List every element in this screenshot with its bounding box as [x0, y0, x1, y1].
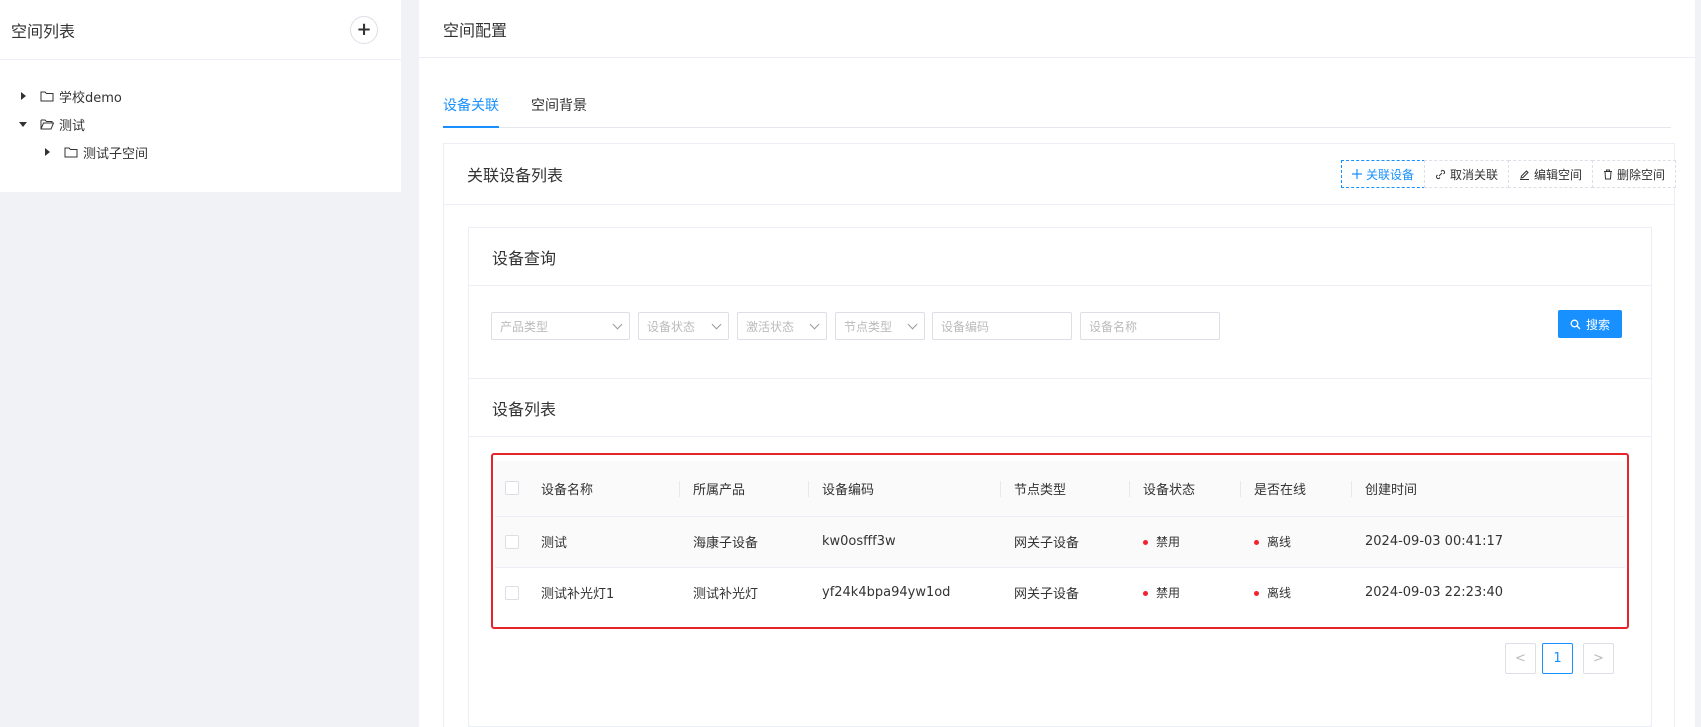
device-name-cell: 测试补光灯1	[541, 566, 679, 618]
folder-icon	[64, 146, 78, 158]
row-checkbox[interactable]	[505, 534, 519, 549]
device-status-cell: 禁用	[1129, 566, 1240, 618]
column-header: 所属产品	[679, 461, 808, 516]
tab-space-background[interactable]: 空间背景	[531, 83, 587, 127]
device-status-select[interactable]: 设备状态	[638, 312, 729, 340]
query-filters: 产品类型 设备状态 激活状态 节点类型 设备编码 设备名称 搜索	[469, 286, 1651, 379]
device-table-highlight: 设备名称 所属产品 设备编码 节点类型 设备状态 是否在线 创建时间 测试 海康…	[491, 453, 1629, 629]
tab-device-association[interactable]: 设备关联	[443, 83, 499, 128]
button-label: 删除空间	[1616, 167, 1665, 182]
device-status-cell: 禁用	[1129, 515, 1240, 567]
column-header: 创建时间	[1351, 461, 1625, 516]
node-type-select[interactable]: 节点类型	[835, 312, 925, 340]
search-label: 搜索	[1585, 317, 1610, 332]
caret-right-icon[interactable]	[40, 148, 54, 156]
delete-space-button[interactable]: 删除空间	[1591, 160, 1676, 188]
node-type-cell: 网关子设备	[1000, 566, 1129, 618]
online-status-cell: 离线	[1240, 515, 1351, 567]
product-cell: 海康子设备	[679, 515, 808, 567]
card-header: 关联设备列表 关联设备 取消关联 编辑空间 删除空间	[444, 144, 1676, 205]
tree-node-test-subspace[interactable]: 测试子空间	[0, 138, 401, 166]
space-list-panel: 空间列表 + 学校demo 测试 测试子空间	[0, 0, 401, 192]
card-actions: 关联设备 取消关联 编辑空间 删除空间	[1340, 160, 1676, 188]
online-status-cell: 离线	[1240, 566, 1351, 618]
column-header: 节点类型	[1000, 461, 1129, 516]
device-section: 设备查询 产品类型 设备状态 激活状态 节点类型 设备编码 设备名称 搜索 设备…	[468, 227, 1652, 727]
device-query-title: 设备查询	[469, 228, 1651, 286]
status-dot-icon	[1143, 540, 1148, 545]
input-placeholder: 设备名称	[1089, 319, 1138, 334]
device-name-cell: 测试	[541, 515, 679, 567]
unlink-device-button[interactable]: 取消关联	[1423, 160, 1509, 188]
product-cell: 测试补光灯	[679, 566, 808, 618]
chevron-down-icon	[612, 319, 623, 329]
space-list-header: 空间列表 +	[0, 0, 401, 60]
status-dot-icon	[1254, 540, 1259, 545]
product-type-select[interactable]: 产品类型	[491, 312, 630, 340]
chevron-down-icon	[711, 319, 722, 329]
caret-right-icon[interactable]	[16, 92, 30, 100]
edit-space-button[interactable]: 编辑空间	[1507, 160, 1593, 188]
chevron-down-icon	[809, 319, 820, 329]
add-space-button[interactable]: +	[350, 15, 378, 44]
device-code-cell: kw0osfff3w	[808, 515, 1000, 567]
search-icon	[1570, 319, 1581, 330]
device-code-cell: yf24k4bpa94yw1od	[808, 566, 1000, 618]
pagination: < 1 >	[1505, 643, 1620, 674]
tree-node-school-demo[interactable]: 学校demo	[0, 82, 401, 110]
chevron-down-icon	[907, 319, 918, 329]
select-placeholder: 节点类型	[844, 319, 893, 334]
table-header-row: 设备名称 所属产品 设备编码 节点类型 设备状态 是否在线 创建时间	[495, 461, 1625, 516]
select-all-checkbox[interactable]	[505, 481, 519, 496]
device-name-input[interactable]: 设备名称	[1080, 312, 1220, 340]
space-tree: 学校demo 测试 测试子空间	[0, 60, 401, 166]
plus-icon	[1351, 169, 1362, 179]
select-placeholder: 激活状态	[746, 319, 795, 334]
column-header: 设备编码	[808, 461, 1000, 516]
tree-node-label: 学校demo	[59, 90, 122, 106]
space-config-panel: 空间配置 设备关联 空间背景 关联设备列表 关联设备 取消关联 编辑空间 删除空…	[419, 0, 1695, 727]
associate-device-button[interactable]: 关联设备	[1340, 160, 1425, 188]
button-label: 编辑空间	[1533, 167, 1582, 182]
prev-page-button[interactable]: <	[1505, 643, 1536, 674]
folder-icon	[40, 90, 54, 102]
table-row[interactable]: 测试补光灯1 测试补光灯 yf24k4bpa94yw1od 网关子设备 禁用 离…	[495, 566, 1625, 618]
edit-icon	[1519, 169, 1530, 180]
unlink-icon	[1435, 169, 1446, 180]
button-label: 取消关联	[1449, 167, 1498, 182]
device-table: 设备名称 所属产品 设备编码 节点类型 设备状态 是否在线 创建时间 测试 海康…	[495, 461, 1625, 618]
associated-device-card: 关联设备列表 关联设备 取消关联 编辑空间 删除空间 设备查询 产品类型 设备状…	[443, 143, 1676, 727]
page-title: 空间配置	[419, 0, 1695, 58]
next-page-button[interactable]: >	[1583, 643, 1614, 674]
column-header: 设备状态	[1129, 461, 1240, 516]
search-button[interactable]: 搜索	[1558, 310, 1622, 338]
trash-icon	[1603, 169, 1613, 180]
status-dot-icon	[1143, 591, 1148, 597]
tree-node-label: 测试	[59, 118, 86, 134]
select-placeholder: 设备状态	[647, 319, 696, 334]
button-label: 关联设备	[1365, 167, 1414, 182]
card-title: 关联设备列表	[467, 166, 564, 185]
created-time-cell: 2024-09-03 00:41:17	[1351, 515, 1625, 567]
folder-open-icon	[40, 118, 54, 130]
row-checkbox[interactable]	[505, 585, 519, 600]
device-code-input[interactable]: 设备编码	[932, 312, 1072, 340]
config-tabs: 设备关联 空间背景	[443, 84, 1671, 128]
table-row[interactable]: 测试 海康子设备 kw0osfff3w 网关子设备 禁用 离线 2024-09-…	[495, 515, 1625, 567]
created-time-cell: 2024-09-03 22:23:40	[1351, 566, 1625, 618]
device-list-title: 设备列表	[469, 379, 1651, 437]
node-type-cell: 网关子设备	[1000, 515, 1129, 567]
column-header: 是否在线	[1240, 461, 1351, 516]
select-placeholder: 产品类型	[500, 319, 549, 334]
input-placeholder: 设备编码	[941, 319, 990, 334]
column-header: 设备名称	[541, 461, 679, 516]
page-number-button[interactable]: 1	[1542, 643, 1573, 674]
status-dot-icon	[1254, 591, 1259, 597]
tree-node-label: 测试子空间	[83, 146, 149, 162]
caret-down-icon[interactable]	[16, 121, 30, 127]
space-list-title: 空间列表	[11, 21, 76, 41]
tree-node-test[interactable]: 测试	[0, 110, 401, 138]
activation-status-select[interactable]: 激活状态	[737, 312, 827, 340]
